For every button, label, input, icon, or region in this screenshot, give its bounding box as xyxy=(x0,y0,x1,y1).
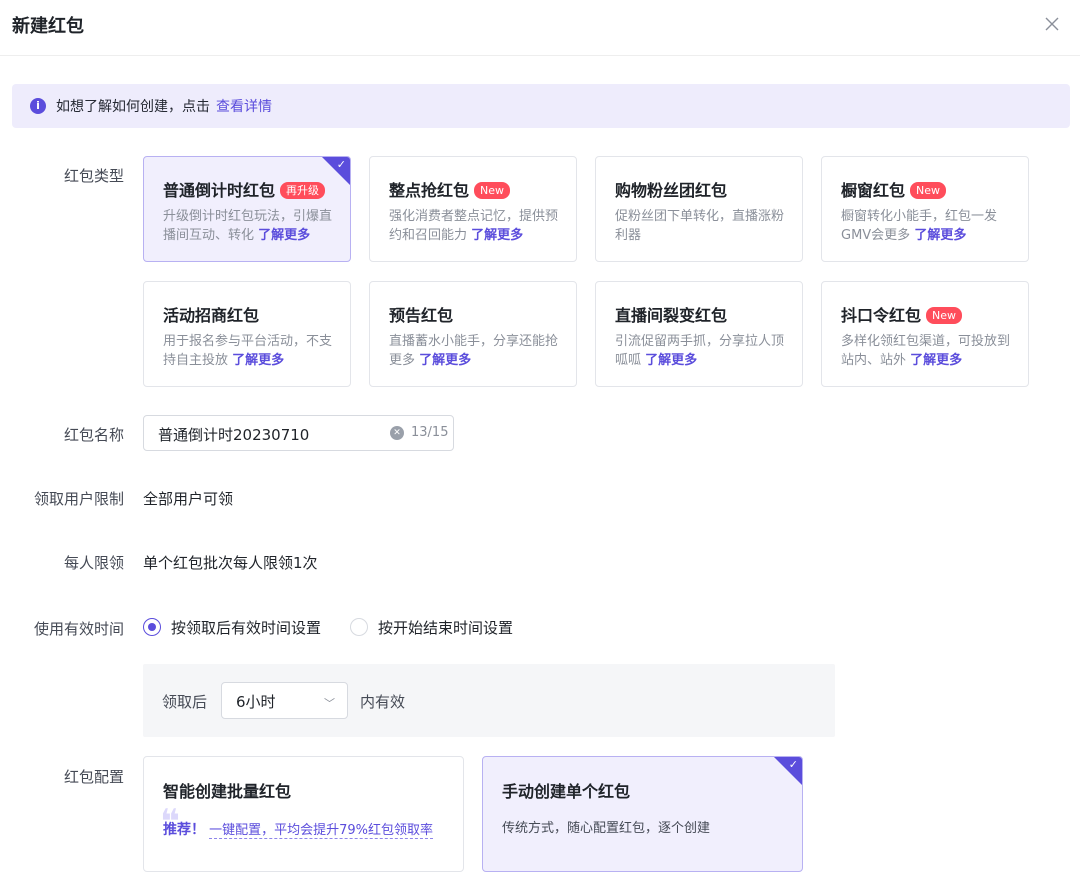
recommend-detail: 一键配置，平均会提升79%红包领取率 xyxy=(209,823,434,839)
duration-select[interactable]: 6小时 ﹀ xyxy=(221,682,348,719)
banner-message: 如想了解如何创建，点击 xyxy=(56,99,210,115)
type-card-fission[interactable]: 直播间裂变红包 引流促留两手抓，分享拉人顶呱呱 了解更多 xyxy=(595,281,803,387)
panel-prefix: 领取后 xyxy=(162,693,208,711)
card-title: 预告红包 xyxy=(389,306,454,325)
name-label: 红包名称 xyxy=(63,426,124,444)
type-label: 红包类型 xyxy=(63,167,124,185)
card-desc-text: 引流促留两手抓，分享拉人顶呱呱 xyxy=(615,334,785,368)
type-card-fan-group[interactable]: 购物粉丝团红包 促粉丝团下单转化，直播涨粉利器 xyxy=(595,156,803,262)
config-card-manual-single[interactable]: 手动创建单个红包 传统方式，随心配置红包，逐个创建 ✓ xyxy=(482,756,803,872)
card-title: 手动创建单个红包 xyxy=(502,782,631,801)
card-title: 整点抢红包 New xyxy=(389,177,511,201)
card-title: 普通倒计时红包 再升级 xyxy=(163,177,326,201)
card-desc: 直播蓄水小能手，分享还能抢更多 了解更多 xyxy=(389,332,569,370)
card-desc: 强化消费者整点记忆，提供预约和召回能力 了解更多 xyxy=(389,207,569,245)
panel-suffix: 内有效 xyxy=(360,693,406,711)
per-limit-label: 每人限领 xyxy=(63,554,124,572)
card-title: 橱窗红包 New xyxy=(841,177,947,201)
close-icon[interactable] xyxy=(1042,14,1062,34)
type-card-campaign[interactable]: 活动招商红包 用于报名参与平台活动，不支持自主投放 了解更多 xyxy=(143,281,351,387)
radio-dot xyxy=(350,618,368,636)
new-badge: New xyxy=(926,307,963,324)
radio-label: 按开始结束时间设置 xyxy=(378,619,514,637)
type-card-douyin-code[interactable]: 抖口令红包 New 多样化领红包渠道，可投放到站内、站外 了解更多 xyxy=(821,281,1029,387)
config-card-smart-batch[interactable]: 智能创建批量红包 ❝ 推荐！ 一键配置，平均会提升79%红包领取率 xyxy=(143,756,464,872)
config-label: 红包配置 xyxy=(63,768,124,786)
card-title-text: 普通倒计时红包 xyxy=(163,181,276,200)
card-title: 直播间裂变红包 xyxy=(615,306,728,325)
duration-select-value: 6小时 xyxy=(236,693,276,711)
name-input[interactable]: 普通倒计时20230710 ✕ 13/15 xyxy=(143,415,454,451)
info-icon: i xyxy=(30,98,46,114)
card-desc: 用于报名参与平台活动，不支持自主投放 了解更多 xyxy=(163,332,343,370)
learn-more-link[interactable]: 了解更多 xyxy=(471,228,523,243)
name-input-value: 普通倒计时20230710 xyxy=(158,426,310,444)
learn-more-link[interactable]: 了解更多 xyxy=(914,228,966,243)
card-title: 抖口令红包 New xyxy=(841,302,963,326)
valid-time-label: 使用有效时间 xyxy=(33,620,124,638)
user-limit-value: 全部用户可领 xyxy=(143,490,234,508)
new-badge: New xyxy=(910,182,947,199)
radio-dot xyxy=(143,618,161,636)
chevron-down-icon: ﹀ xyxy=(324,697,335,710)
recommend-text: 推荐！ 一键配置，平均会提升79%红包领取率 xyxy=(163,821,449,840)
type-card-preview[interactable]: 预告红包 直播蓄水小能手，分享还能抢更多 了解更多 xyxy=(369,281,577,387)
card-desc: 升级倒计时红包玩法，引爆直播间互动、转化 了解更多 xyxy=(163,207,343,245)
card-desc: 多样化领红包渠道，可投放到站内、站外 了解更多 xyxy=(841,332,1021,370)
per-limit-value: 单个红包批次每人限领1次 xyxy=(143,554,318,572)
check-icon: ✓ xyxy=(336,158,346,171)
card-desc: 橱窗转化小能手，红包一发GMV会更多 了解更多 xyxy=(841,207,1021,245)
user-limit-label: 领取用户限制 xyxy=(33,490,124,508)
type-card-countdown[interactable]: 普通倒计时红包 再升级 升级倒计时红包玩法，引爆直播间互动、转化 了解更多 ✓ xyxy=(143,156,351,262)
type-card-showcase[interactable]: 橱窗红包 New 橱窗转化小能手，红包一发GMV会更多 了解更多 xyxy=(821,156,1029,262)
banner-text: 如想了解如何创建，点击 查看详情 xyxy=(56,96,272,116)
card-desc-text: 直播蓄水小能手，分享还能抢更多 xyxy=(389,334,559,368)
info-banner: i 如想了解如何创建，点击 查看详情 xyxy=(12,84,1070,128)
learn-more-link[interactable]: 了解更多 xyxy=(232,353,284,368)
card-desc: 传统方式，随心配置红包，逐个创建 xyxy=(502,821,711,836)
learn-more-link[interactable]: 了解更多 xyxy=(258,228,310,243)
learn-more-link[interactable]: 了解更多 xyxy=(910,353,962,368)
card-title: 活动招商红包 xyxy=(163,306,260,325)
clear-icon[interactable]: ✕ xyxy=(390,426,404,440)
view-details-link[interactable]: 查看详情 xyxy=(216,99,272,115)
dialog-title: 新建红包 xyxy=(12,16,84,37)
char-count: 13/15 xyxy=(411,425,449,440)
valid-time-panel: 领取后 6小时 ﹀ 内有效 xyxy=(143,664,835,737)
recommend-label: 推荐！ xyxy=(163,822,205,838)
upgrade-badge: 再升级 xyxy=(280,182,326,199)
learn-more-link[interactable]: 了解更多 xyxy=(419,353,471,368)
dialog-header: 新建红包 xyxy=(0,0,1080,56)
card-title-text: 抖口令红包 xyxy=(841,306,922,325)
card-title: 购物粉丝团红包 xyxy=(615,181,728,200)
card-desc: 引流促留两手抓，分享拉人顶呱呱 了解更多 xyxy=(615,332,795,370)
card-title-text: 橱窗红包 xyxy=(841,181,906,200)
new-badge: New xyxy=(474,182,511,199)
learn-more-link[interactable]: 了解更多 xyxy=(645,353,697,368)
type-card-hourly[interactable]: 整点抢红包 New 强化消费者整点记忆，提供预约和召回能力 了解更多 xyxy=(369,156,577,262)
card-title: 智能创建批量红包 xyxy=(163,782,292,801)
check-icon: ✓ xyxy=(788,758,798,771)
radio-label: 按领取后有效时间设置 xyxy=(171,619,322,637)
card-desc: 促粉丝团下单转化，直播涨粉利器 xyxy=(615,209,785,243)
card-title-text: 整点抢红包 xyxy=(389,181,470,200)
